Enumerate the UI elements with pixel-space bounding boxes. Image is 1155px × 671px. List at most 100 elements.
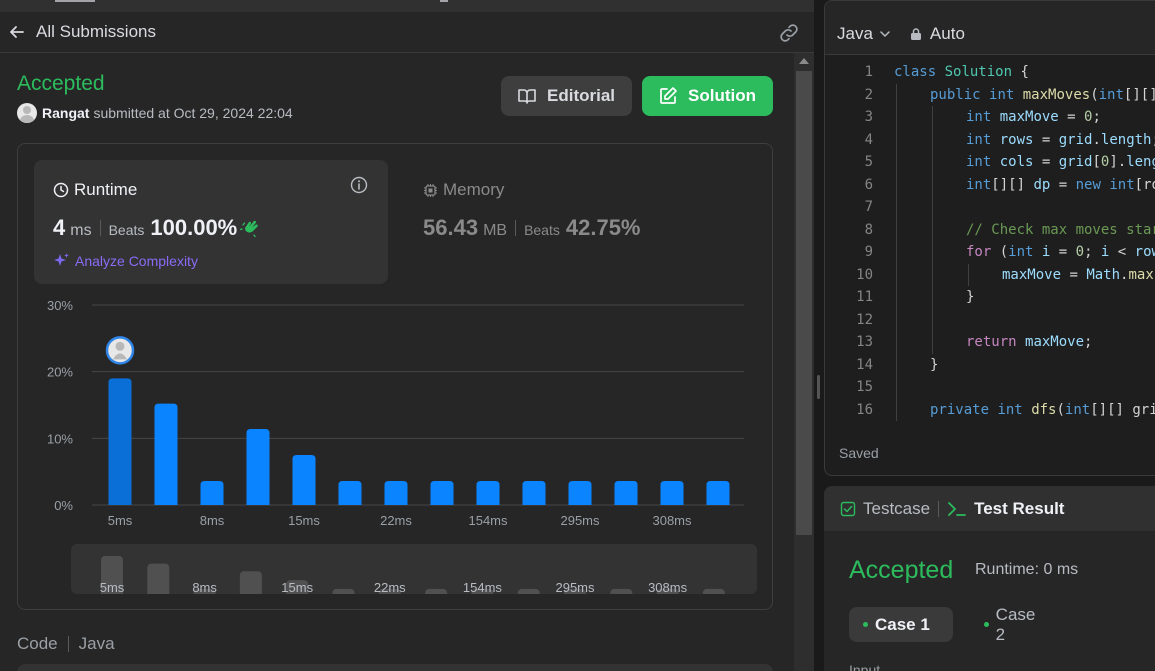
x-tick-label: 8ms bbox=[200, 513, 225, 528]
line-number: 8 bbox=[864, 221, 873, 238]
code-text: private int dfs(int[][] grid, int row) { bbox=[894, 402, 1155, 418]
mini-chart-bar bbox=[239, 571, 262, 594]
memory-heading[interactable]: Memory bbox=[423, 180, 504, 200]
code-line[interactable]: 1 class Solution { bbox=[825, 61, 1155, 83]
case-1-tab[interactable]: Case 1 bbox=[849, 607, 953, 642]
code-line[interactable]: 12 bbox=[825, 309, 1155, 331]
code-tab[interactable]: Code bbox=[17, 634, 58, 654]
code-line[interactable]: 6int[][] dp = new int[rows][cols]; bbox=[825, 174, 1155, 196]
line-number: 11 bbox=[856, 289, 873, 305]
clapping-hands-icon bbox=[240, 218, 260, 238]
code-token: for bbox=[966, 244, 992, 260]
y-tick-label: 0% bbox=[54, 498, 73, 513]
code-line[interactable]: 13 return maxMove; bbox=[825, 331, 1155, 353]
mini-x-tick-label: 15ms bbox=[281, 580, 313, 594]
chart-bar bbox=[200, 481, 224, 505]
code-token: [][] bbox=[991, 176, 1034, 193]
mini-chart-bar bbox=[147, 563, 170, 594]
resize-grip[interactable] bbox=[817, 375, 820, 399]
info-icon[interactable] bbox=[350, 176, 368, 194]
line-number: 15 bbox=[856, 379, 873, 395]
chart-bar bbox=[660, 481, 684, 505]
code-token: length bbox=[1126, 154, 1155, 170]
y-tick-label: 20% bbox=[47, 365, 73, 380]
code-token: } bbox=[966, 289, 975, 305]
scrollbar[interactable] bbox=[794, 53, 814, 671]
chart-bar bbox=[338, 481, 362, 505]
all-submissions-link[interactable]: All Submissions bbox=[36, 22, 156, 42]
code-line[interactable]: 15 bbox=[825, 376, 1155, 398]
editor-tab-strip bbox=[825, 1, 1155, 13]
runtime-distribution-chart: 30% 20% 10% 0% 5ms 8ms 15ms 22ms 154ms 295ms 308ms bbox=[47, 298, 744, 528]
code-token: max bbox=[1128, 266, 1154, 283]
y-tick-label: 10% bbox=[47, 431, 73, 446]
sparkle-icon bbox=[53, 252, 70, 269]
arrow-left-icon[interactable] bbox=[8, 23, 26, 41]
runtime-beats-value: 100.00% bbox=[150, 215, 238, 240]
language-selector[interactable]: Java bbox=[837, 24, 873, 44]
indent-guide bbox=[896, 83, 897, 421]
code-line[interactable]: 10 maxMove = Math.max(maxMove, dfs(grid, … bbox=[825, 264, 1155, 286]
code-line[interactable]: 7 bbox=[825, 196, 1155, 218]
code-token: ( bbox=[991, 244, 1009, 260]
code-token: // Check max moves starting from each ro… bbox=[966, 221, 1155, 238]
code-line[interactable]: 8 // Check max moves starting from each r… bbox=[825, 219, 1155, 241]
clock-icon bbox=[53, 182, 69, 198]
submitter-name[interactable]: Rangat bbox=[42, 105, 89, 121]
code-line[interactable]: 4 int rows = grid.length; bbox=[825, 129, 1155, 151]
code-token: int bbox=[1008, 244, 1034, 260]
code-token: maxMove bbox=[1002, 266, 1062, 283]
code-line[interactable]: 16 private int dfs(int[][] grid, int row)… bbox=[825, 399, 1155, 421]
editorial-button[interactable]: Editorial bbox=[501, 76, 632, 116]
terminal-icon bbox=[947, 501, 967, 517]
code-line[interactable]: 14} bbox=[825, 354, 1155, 376]
tab-test-result[interactable]: Test Result bbox=[947, 499, 1064, 519]
submission-panel: All Submissions Accepted Rangat submitte… bbox=[0, 0, 814, 671]
solution-label: Solution bbox=[688, 86, 756, 105]
code-line[interactable]: 2public int maxMoves(int[][] grid) { bbox=[825, 84, 1155, 106]
case-2-tab[interactable]: Case 2 bbox=[970, 605, 1060, 644]
code-token: [][] grid) { bbox=[1123, 86, 1155, 103]
code-language: Java bbox=[78, 634, 115, 653]
mini-chart-bar bbox=[517, 588, 540, 594]
code-line[interactable]: 3 int maxMove = 0; bbox=[825, 106, 1155, 128]
scrollbar-thumb[interactable] bbox=[796, 71, 812, 535]
memory-value-row: 56.43 MB Beats 42.75% bbox=[423, 215, 641, 241]
avatar[interactable] bbox=[17, 103, 37, 123]
test-result-panel: Testcase Test Result Accepted Runtime: 0… bbox=[824, 486, 1155, 671]
code-line[interactable]: 5 int cols = grid[0].length; bbox=[825, 151, 1155, 173]
analyze-complexity-link[interactable]: Analyze Complexity bbox=[53, 252, 198, 269]
runtime-beats-label: Beats bbox=[108, 222, 145, 238]
code-editor[interactable]: 1 class Solution {2 public int maxMoves(in… bbox=[825, 61, 1155, 431]
code-text: class Solution { bbox=[894, 64, 1029, 80]
panel-resizer[interactable] bbox=[814, 0, 824, 671]
scroll-up-arrow-icon[interactable] bbox=[799, 58, 809, 64]
memory-beats-label: Beats bbox=[524, 222, 560, 238]
code-line[interactable]: 11} bbox=[825, 286, 1155, 308]
code-token: int bbox=[966, 176, 992, 193]
chip-icon bbox=[423, 183, 438, 198]
code-text: public int maxMoves(int[][] grid) { bbox=[894, 87, 1155, 103]
code-token: grid bbox=[1058, 154, 1093, 170]
chevron-down-icon[interactable] bbox=[879, 28, 891, 40]
code-token: length bbox=[1100, 131, 1152, 148]
link-icon[interactable] bbox=[778, 23, 800, 43]
code-token: [rows][cols]; bbox=[1134, 176, 1155, 193]
chart-range-selector[interactable]: 5ms 8ms 15ms 22ms 154ms 295ms 308ms bbox=[71, 544, 757, 594]
performance-card: Runtime 4 ms Beats 100.00% Analyze Compl… bbox=[17, 143, 773, 610]
mini-x-tick-label: 8ms bbox=[192, 580, 217, 594]
code-token: dfs bbox=[1031, 401, 1057, 418]
tab-testcase[interactable]: Testcase bbox=[840, 499, 930, 519]
auto-mode-toggle[interactable]: Auto bbox=[930, 24, 965, 44]
runtime-box[interactable]: Runtime 4 ms Beats 100.00% Analyze Compl… bbox=[34, 160, 388, 284]
code-text: return maxMove; bbox=[894, 334, 1092, 350]
solution-button[interactable]: Solution bbox=[642, 76, 773, 116]
code-token: = bbox=[1033, 131, 1059, 148]
test-status: Accepted bbox=[849, 556, 954, 584]
code-line[interactable]: 9 for (int i = 0; i < rows; i++) { bbox=[825, 241, 1155, 263]
